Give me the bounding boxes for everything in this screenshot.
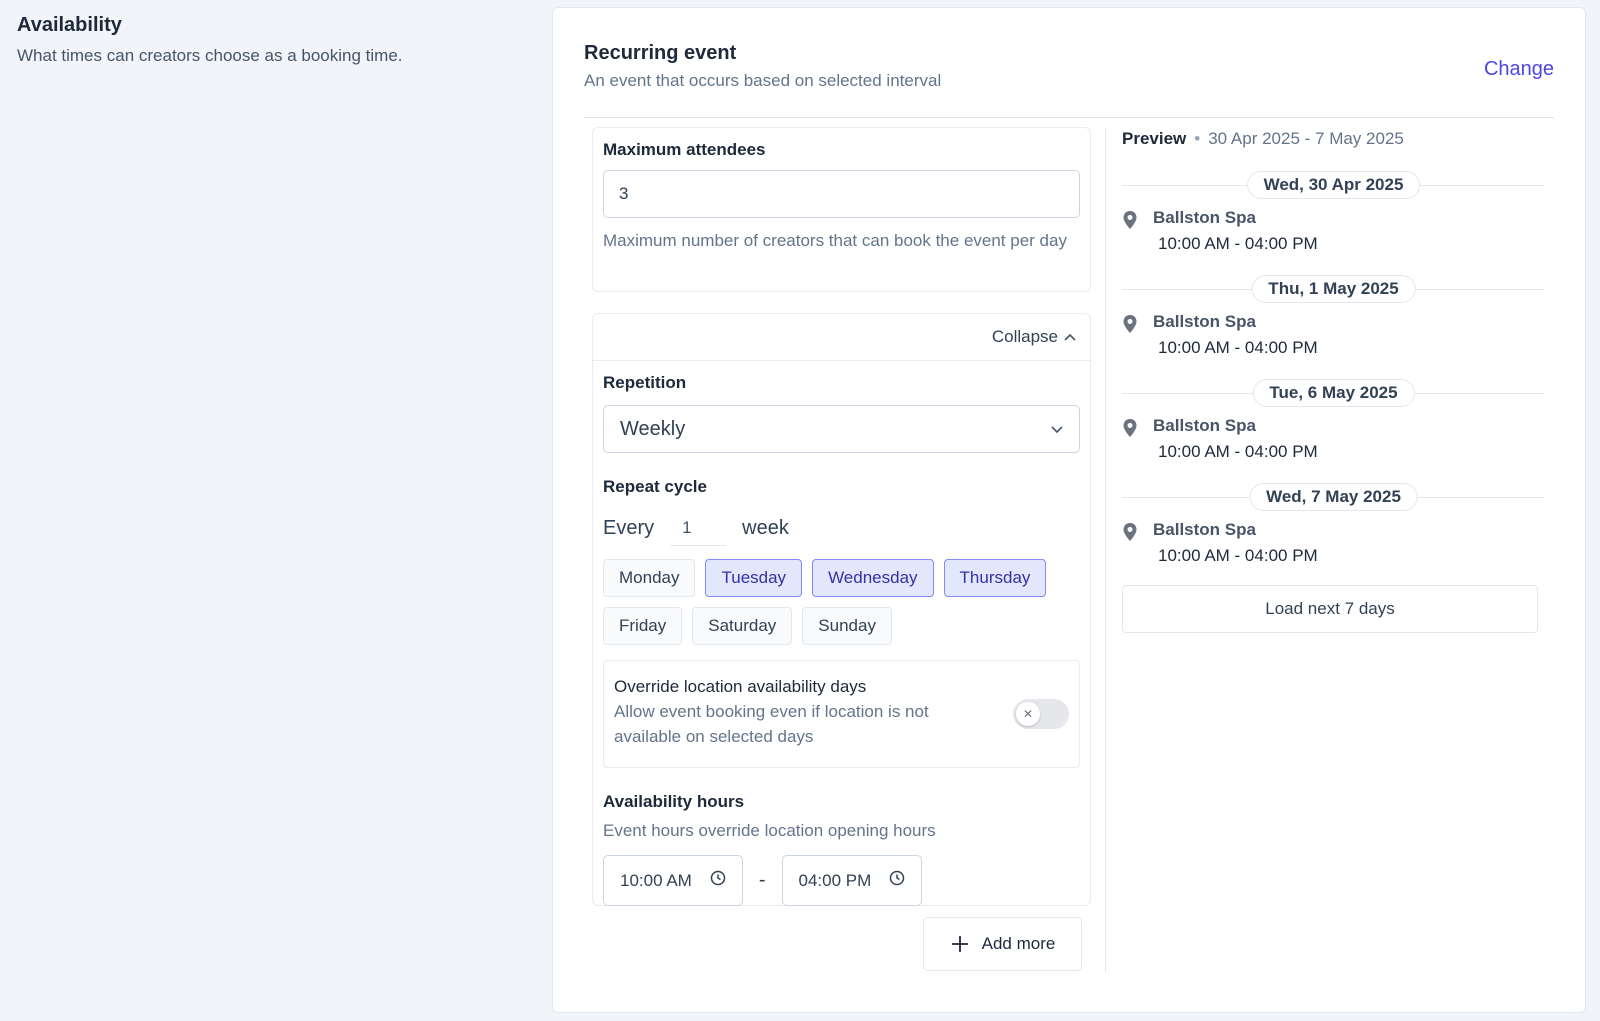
location-pin-icon (1122, 522, 1142, 567)
time-range-separator: - (758, 869, 766, 891)
schedule-preview: Preview • 30 Apr 2025 - 7 May 2025 Wed, 30… (1122, 127, 1545, 633)
override-toggle[interactable]: ✕ (1013, 699, 1069, 729)
separator-dot-icon: • (1194, 129, 1201, 148)
change-event-type-link[interactable]: Change (1484, 58, 1554, 81)
preview-date-range: 30 Apr 2025 - 7 May 2025 (1208, 129, 1404, 148)
preview-slot: Ballston Spa 10:00 AM - 04:00 PM (1122, 207, 1545, 255)
repeat-interval-input[interactable] (670, 510, 727, 546)
preview-day: Wed, 30 Apr 2025 Ballston Spa 10:00 AM -… (1122, 171, 1545, 255)
preview-time: 10:00 AM - 04:00 PM (1158, 338, 1318, 357)
preview-location: Ballston Spa (1153, 208, 1256, 227)
preview-time: 10:00 AM - 04:00 PM (1158, 442, 1318, 461)
preview-label: Preview (1122, 129, 1187, 148)
availability-hours-label: Availability hours (603, 792, 745, 811)
day-wednesday-button[interactable]: Wednesday (812, 559, 934, 597)
clock-icon (710, 870, 726, 891)
day-separator: Tue, 6 May 2025 (1122, 379, 1545, 407)
preview-date-pill: Wed, 30 Apr 2025 (1246, 171, 1421, 199)
preview-day: Wed, 7 May 2025 Ballston Spa 10:00 AM - … (1122, 483, 1545, 567)
preview-location: Ballston Spa (1153, 520, 1256, 539)
day-thursday-button[interactable]: Thursday (943, 559, 1047, 597)
repetition-label: Repetition (603, 373, 687, 392)
weekday-selector: Monday Tuesday Wednesday Thursday Friday… (603, 559, 1073, 645)
day-sunday-button[interactable]: Sunday (802, 607, 892, 645)
end-time-value: 04:00 PM (798, 870, 872, 890)
day-separator: Wed, 7 May 2025 (1122, 483, 1545, 511)
day-monday-button[interactable]: Monday (603, 559, 696, 597)
event-type-description: An event that occurs based on selected i… (584, 71, 942, 90)
availability-hours-description: Event hours override location opening ho… (603, 821, 936, 840)
column-divider (1105, 127, 1106, 972)
preview-day: Thu, 1 May 2025 Ballston Spa 10:00 AM - … (1122, 275, 1545, 359)
preview-slot: Ballston Spa 10:00 AM - 04:00 PM (1122, 519, 1545, 567)
availability-intro: Availability What times can creators cho… (17, 12, 517, 67)
availability-hours-row: 10:00 AM - 04:00 PM (603, 855, 1080, 906)
preview-date-pill: Tue, 6 May 2025 (1252, 379, 1415, 407)
day-friday-button[interactable]: Friday (603, 607, 683, 645)
collapse-label: Collapse (991, 327, 1058, 346)
override-location-days: Override location availability days Allo… (603, 660, 1080, 768)
day-separator: Thu, 1 May 2025 (1122, 275, 1545, 303)
repetition-panel: Collapse Repetition Weekly Repeat cycle … (592, 313, 1091, 906)
preview-date-pill: Wed, 7 May 2025 (1249, 483, 1418, 511)
section-description: What times can creators choose as a book… (17, 46, 403, 65)
add-more-button[interactable]: Add more (923, 917, 1082, 971)
location-pin-icon (1122, 314, 1142, 359)
chevron-up-icon (1064, 330, 1076, 344)
location-pin-icon (1122, 418, 1142, 463)
repetition-selected-value: Weekly (620, 417, 686, 440)
preview-date-pill: Thu, 1 May 2025 (1251, 275, 1416, 303)
event-type-header: Recurring event An event that occurs bas… (584, 40, 1554, 118)
event-settings-card: Recurring event An event that occurs bas… (552, 7, 1586, 1013)
start-time-input[interactable]: 10:00 AM (603, 855, 743, 906)
override-description: Allow event booking even if location is … (614, 702, 929, 746)
preview-day: Tue, 6 May 2025 Ballston Spa 10:00 AM - … (1122, 379, 1545, 463)
event-type-title: Recurring event (584, 42, 737, 64)
preview-location: Ballston Spa (1153, 312, 1256, 331)
repetition-select[interactable]: Weekly (603, 405, 1080, 453)
repeat-cycle-row: Every week (603, 510, 1080, 546)
end-time-input[interactable]: 04:00 PM (781, 855, 923, 906)
location-pin-icon (1122, 210, 1142, 255)
preview-slot: Ballston Spa 10:00 AM - 04:00 PM (1122, 311, 1545, 359)
max-attendees-input[interactable] (603, 170, 1080, 218)
clock-icon (889, 870, 905, 891)
chevron-down-icon (1051, 422, 1063, 437)
every-label: Every (603, 516, 655, 539)
day-separator: Wed, 30 Apr 2025 (1122, 171, 1545, 199)
start-time-value: 10:00 AM (620, 870, 692, 890)
add-more-label: Add more (981, 934, 1056, 953)
collapse-toggle[interactable]: Collapse (593, 314, 1090, 361)
x-icon: ✕ (1016, 702, 1040, 726)
preview-header: Preview • 30 Apr 2025 - 7 May 2025 (1122, 127, 1545, 151)
override-title: Override location availability days (614, 677, 867, 696)
preview-time: 10:00 AM - 04:00 PM (1158, 234, 1318, 253)
preview-slot: Ballston Spa 10:00 AM - 04:00 PM (1122, 415, 1545, 463)
plus-icon (950, 934, 970, 955)
attendees-panel: Maximum attendees Maximum number of crea… (592, 127, 1091, 292)
day-saturday-button[interactable]: Saturday (692, 607, 793, 645)
repeat-cycle-label: Repeat cycle (603, 477, 707, 496)
preview-time: 10:00 AM - 04:00 PM (1158, 546, 1318, 565)
interval-unit-label: week (742, 516, 789, 539)
day-tuesday-button[interactable]: Tuesday (705, 559, 803, 597)
max-attendees-label: Maximum attendees (603, 140, 766, 159)
max-attendees-help: Maximum number of creators that can book… (603, 231, 1067, 250)
preview-location: Ballston Spa (1153, 416, 1256, 435)
section-title: Availability (17, 14, 122, 36)
load-next-days-button[interactable]: Load next 7 days (1122, 585, 1538, 633)
